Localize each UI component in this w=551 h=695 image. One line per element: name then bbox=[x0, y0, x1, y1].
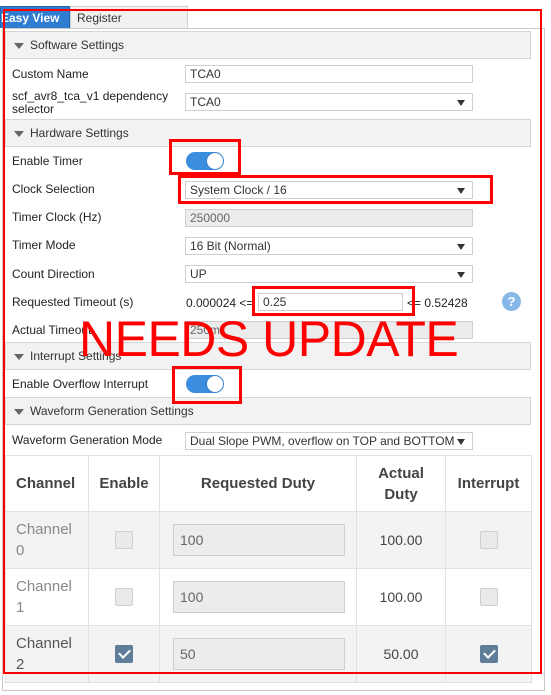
needs-update-annotation: NEEDS UPDATE bbox=[79, 311, 459, 367]
annotation-box-enable-timer bbox=[169, 139, 241, 175]
annotation-box-overflow-interrupt bbox=[172, 366, 242, 404]
annotation-box-clock-selection bbox=[178, 175, 493, 204]
